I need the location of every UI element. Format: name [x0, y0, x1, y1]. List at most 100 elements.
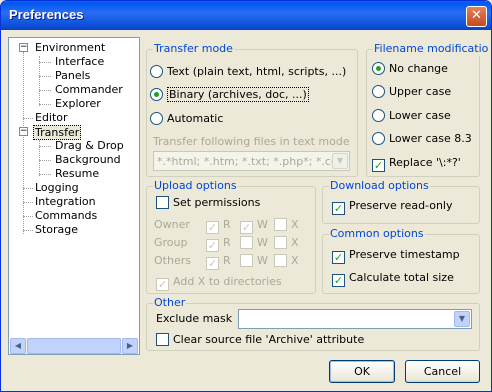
radio-indicator: [372, 62, 385, 75]
set-permissions-checkbox[interactable]: Set permissions: [156, 196, 260, 210]
tree-item-logging[interactable]: Logging: [35, 181, 79, 194]
group-write-checkbox[interactable]: W: [240, 236, 268, 250]
download-options-title: Download options: [329, 179, 430, 193]
checkmark-icon: ✓: [372, 159, 385, 172]
group-read-checkbox[interactable]: ✓ R: [206, 236, 231, 252]
automatic-mode-radio[interactable]: Automatic: [150, 112, 223, 126]
title-bar[interactable]: Preferences ✕: [1, 1, 491, 30]
others-write-checkbox[interactable]: W: [240, 254, 268, 268]
upper-case-radio[interactable]: Upper case: [372, 85, 451, 99]
tree-item-commander[interactable]: Commander: [55, 83, 123, 96]
tree-item-integration[interactable]: Integration: [35, 195, 96, 208]
close-button[interactable]: ✕: [466, 6, 487, 27]
checkbox-indicator: [240, 236, 253, 249]
tree-item-commands[interactable]: Commands: [35, 209, 97, 222]
text-mode-label: Text (plain text, html, scripts, ...): [167, 65, 347, 78]
owner-read-checkbox[interactable]: ✓ R: [206, 218, 231, 234]
calculate-size-label: Calculate total size: [349, 271, 454, 284]
read-label: R: [223, 254, 231, 267]
write-label: W: [257, 254, 268, 267]
scrollbar-thumb[interactable]: [27, 338, 121, 354]
upper-case-label: Upper case: [389, 85, 452, 98]
write-label: W: [257, 236, 268, 249]
tree-item-drag-drop[interactable]: Drag & Drop: [55, 139, 124, 152]
filename-modification-title: Filename modificatio: [373, 42, 490, 56]
collapse-transfer-icon[interactable]: −: [19, 127, 28, 136]
add-x-directories-label: Add X to directories: [173, 275, 282, 288]
others-read-checkbox[interactable]: ✓ R: [206, 254, 231, 270]
exclude-mask-label: Exclude mask: [156, 312, 233, 325]
tree-horizontal-scrollbar[interactable]: ◀ ▶: [10, 338, 138, 354]
tree-item-environment[interactable]: Environment: [35, 41, 105, 54]
preferences-window: Preferences ✕ − Environment Interface Pa…: [0, 0, 492, 392]
binary-mode-radio[interactable]: Binary (archives, doc, ...): [150, 87, 309, 102]
text-mode-radio[interactable]: Text (plain text, html, scripts, ...): [150, 65, 346, 79]
owner-execute-checkbox[interactable]: X: [274, 218, 299, 232]
calculate-size-checkbox[interactable]: ✓ Calculate total size: [332, 271, 454, 287]
radio-indicator: [150, 112, 163, 125]
write-label: W: [257, 218, 268, 231]
lower-case-radio[interactable]: Lower case: [372, 109, 451, 123]
filename-modification-group: Filename modificatio No change Upper cas…: [366, 42, 490, 177]
group-execute-checkbox[interactable]: X: [274, 236, 299, 250]
preserve-timestamp-label: Preserve timestamp: [349, 248, 460, 261]
clear-archive-checkbox[interactable]: Clear source file 'Archive' attribute: [156, 333, 364, 347]
other-title: Other: [153, 296, 187, 310]
tree-connector: [39, 76, 51, 77]
replace-chars-checkbox[interactable]: ✓ Replace '\:*?': [372, 156, 461, 172]
preserve-timestamp-checkbox[interactable]: ✓ Preserve timestamp: [332, 248, 460, 264]
checkmark-icon: ✓: [332, 274, 345, 287]
others-execute-checkbox[interactable]: X: [274, 254, 299, 268]
upload-options-group: Upload options Set permissions Owner ✓ R …: [146, 179, 316, 294]
transfer-mode-group: Transfer mode Text (plain text, html, sc…: [146, 42, 358, 177]
replace-chars-label: Replace '\:*?': [389, 156, 461, 169]
checkbox-indicator: [274, 254, 287, 267]
no-change-radio[interactable]: No change: [372, 62, 448, 76]
collapse-environment-icon[interactable]: −: [19, 43, 28, 52]
dropdown-arrow-icon[interactable]: ▼: [454, 311, 470, 327]
upload-options-title: Upload options: [153, 179, 238, 193]
tree-item-resume[interactable]: Resume: [55, 167, 99, 180]
tree-item-explorer[interactable]: Explorer: [55, 97, 101, 110]
checkmark-icon: ✓: [332, 202, 345, 215]
tree-item-transfer[interactable]: Transfer: [33, 125, 82, 140]
execute-label: X: [291, 218, 299, 231]
radio-indicator: [372, 85, 385, 98]
tree-connector: [39, 160, 51, 161]
tree-connector: [23, 216, 33, 217]
owner-write-checkbox[interactable]: ✓ W: [240, 218, 268, 234]
tree-item-storage[interactable]: Storage: [35, 223, 78, 236]
clear-archive-label: Clear source file 'Archive' attribute: [173, 333, 365, 346]
radio-indicator: [372, 109, 385, 122]
binary-mode-label: Binary (archives, doc, ...): [167, 87, 309, 102]
preserve-readonly-checkbox[interactable]: ✓ Preserve read-only: [332, 199, 453, 215]
exclude-mask-combo[interactable]: ▼: [238, 309, 472, 329]
lower-case-label: Lower case: [389, 109, 451, 122]
checkbox-indicator: [240, 254, 253, 267]
read-label: R: [223, 218, 231, 231]
checkbox-indicator: [274, 218, 287, 231]
transfer-mode-title: Transfer mode: [153, 42, 234, 56]
common-options-title: Common options: [329, 227, 425, 241]
preferences-tree[interactable]: − Environment Interface Panels Commander…: [8, 37, 140, 355]
tree-item-editor[interactable]: Editor: [35, 111, 68, 124]
tree-connector: [23, 188, 33, 189]
tree-item-background[interactable]: Background: [55, 153, 121, 166]
text-files-mask-combo[interactable]: *.*html; *.htm; *.txt; *.php*; *.cgi; *.…: [153, 151, 350, 171]
other-group: Other Exclude mask ▼ Clear source file '…: [146, 296, 480, 351]
tree-connector: [39, 104, 51, 105]
tree-connector: [39, 174, 51, 175]
radio-indicator: [150, 88, 163, 101]
scroll-left-icon[interactable]: ◀: [10, 338, 26, 354]
radio-indicator: [150, 65, 163, 78]
lower-case-83-radio[interactable]: Lower case 8.3: [372, 132, 472, 146]
dropdown-arrow-icon[interactable]: ▼: [332, 153, 348, 169]
scroll-right-icon[interactable]: ▶: [122, 338, 138, 354]
tree-item-panels[interactable]: Panels: [55, 69, 90, 82]
ok-button[interactable]: OK: [329, 360, 395, 383]
tree-connector: [23, 118, 33, 119]
add-x-directories-checkbox[interactable]: ✓ Add X to directories: [156, 275, 282, 291]
set-permissions-label: Set permissions: [173, 196, 261, 209]
tree-item-interface[interactable]: Interface: [55, 55, 104, 68]
cancel-button[interactable]: Cancel: [405, 360, 480, 383]
